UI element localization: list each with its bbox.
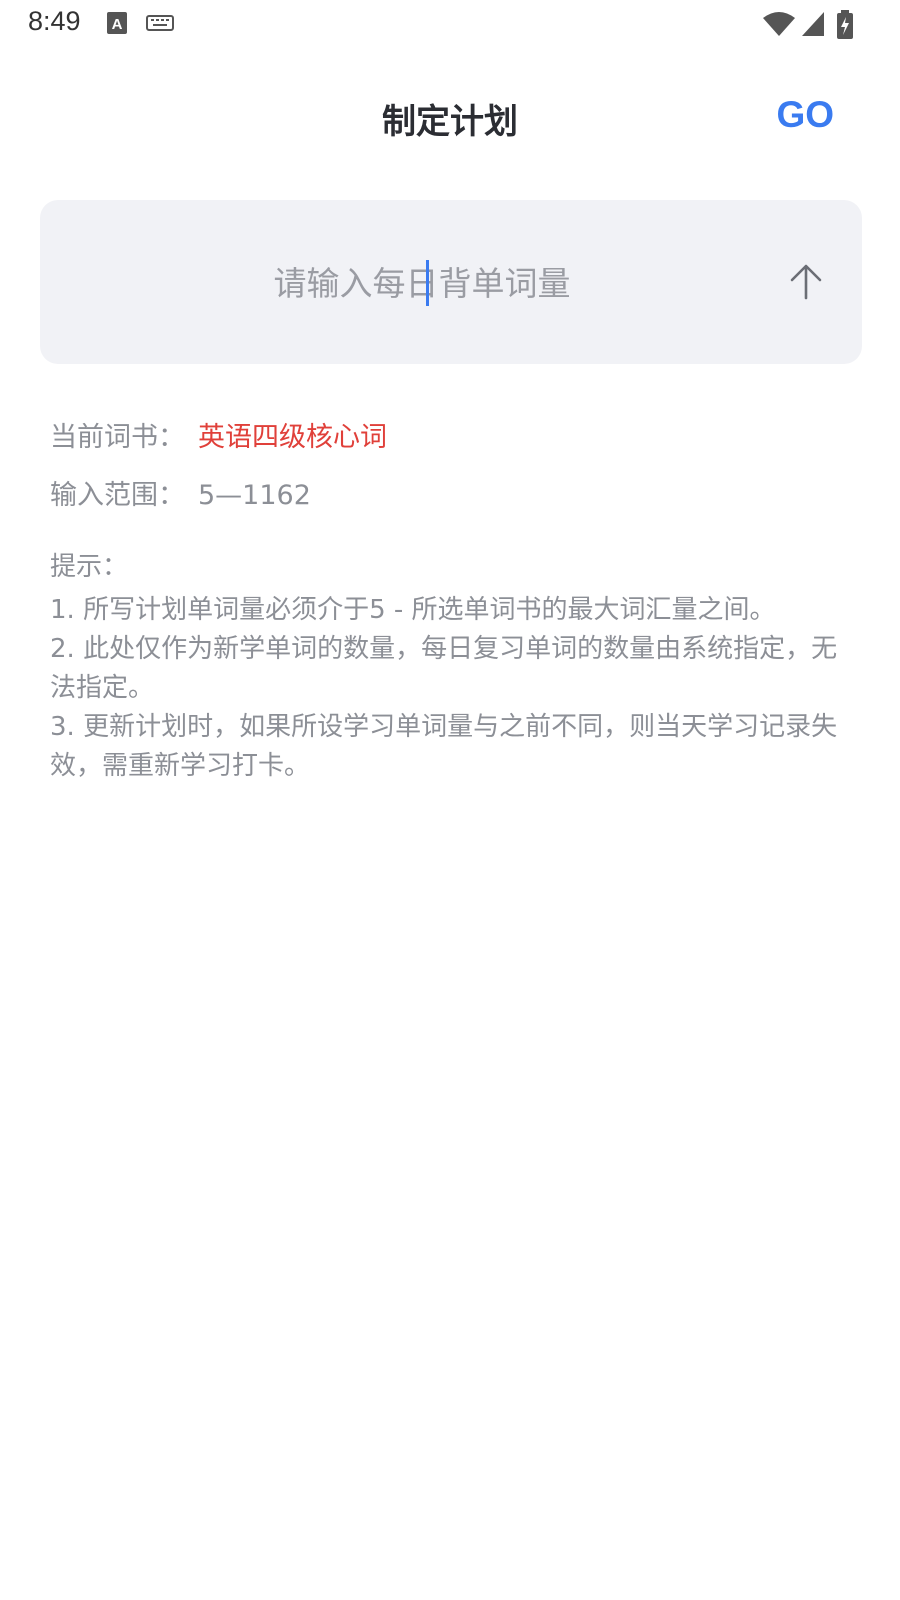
svg-text:A: A (112, 16, 123, 33)
input-range-label: 输入范围： (50, 480, 185, 511)
arrow-up-icon[interactable] (784, 260, 828, 304)
battery-charging-icon (837, 10, 853, 39)
daily-word-count-input[interactable] (80, 240, 764, 326)
tips-section: 提示： 1. 所写计划单词量必须介于5 - 所选单词书的最大词汇量之间。 2. … (50, 548, 840, 786)
keyboard-icon (146, 15, 174, 31)
current-book-label: 当前词书： (50, 422, 185, 453)
cellular-signal-icon (802, 12, 824, 36)
status-bar: 8:49 A (0, 0, 900, 48)
current-book-value: 英语四级核心词 (198, 422, 387, 453)
status-time: 8:49 (28, 6, 81, 36)
tips-title: 提示： (50, 552, 129, 582)
plan-input-box (40, 200, 862, 364)
input-range-value: 5—1162 (198, 480, 311, 511)
font-icon: A (107, 12, 127, 34)
go-button[interactable]: GO (776, 94, 834, 136)
current-book-row: 当前词书： 英语四级核心词 (50, 420, 850, 478)
text-cursor (426, 260, 429, 306)
page-title: 制定计划 (382, 102, 518, 142)
tip-item: 3. 更新计划时，如果所设学习单词量与之前不同，则当天学习记录失效，需重新学习打… (50, 712, 838, 781)
tip-item: 2. 此处仅作为新学单词的数量，每日复习单词的数量由系统指定，无法指定。 (50, 634, 838, 703)
wifi-icon (763, 12, 795, 36)
tip-item: 1. 所写计划单词量必须介于5 - 所选单词书的最大词汇量之间。 (50, 595, 776, 625)
input-range-row: 输入范围： 5—1162 (50, 478, 850, 536)
header: 制定计划 GO (0, 60, 900, 170)
plan-info: 当前词书： 英语四级核心词 输入范围： 5—1162 (50, 420, 850, 536)
